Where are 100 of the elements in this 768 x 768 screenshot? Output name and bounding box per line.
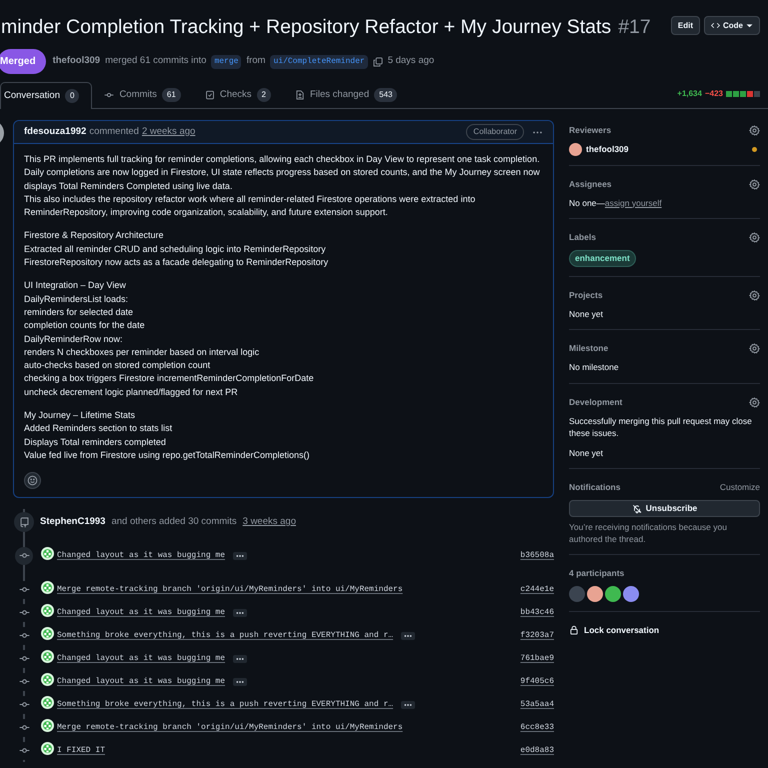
pr-title: minder Completion Tracking + Repository Refactor + My Journey Stats [1, 15, 612, 40]
customize-link[interactable]: Customize [720, 481, 760, 494]
commit-hash-link[interactable]: 761bae9 [520, 652, 554, 665]
reviewer-link[interactable]: thefool309 [586, 142, 629, 156]
commit-link[interactable]: Changed layout as it was bugging me [57, 676, 226, 688]
comment-text: Firestore & Repository Architecture [24, 229, 165, 242]
commit-hash-link[interactable]: bb43c46 [520, 606, 554, 619]
event-text: and others added 30 commits [111, 515, 237, 530]
avatar [41, 581, 54, 594]
author-link[interactable]: fdesouza1992 [24, 124, 86, 140]
avatar [41, 673, 54, 686]
section-heading: Notifications [569, 481, 620, 494]
sidebar-text: No one— [569, 196, 605, 210]
comment-text: checking a box triggers Firestore incrementReminderCompletionForDate [24, 372, 315, 386]
section-heading: Assignees [569, 178, 612, 190]
comment-text: reminders for selected date [24, 306, 134, 319]
commit-link[interactable]: Merge remote-tracking branch 'origin/ui/MyReminders' into ui/MyReminders [57, 722, 403, 734]
commits-icon [104, 90, 114, 100]
expand-button[interactable] [233, 552, 248, 560]
deletions-count: −423 [704, 88, 723, 100]
comment-text: Extracted all reminder CRUD and scheduling logic into ReminderRepository [24, 242, 327, 256]
avatar [41, 547, 54, 560]
code-icon [711, 21, 720, 30]
edit-button[interactable]: Edit [670, 16, 700, 35]
commit-hash-link[interactable]: f3203a7 [520, 630, 554, 642]
conversation-tab[interactable]: Conversation 0 [0, 82, 92, 109]
section-heading: Milestone [569, 342, 608, 355]
section-heading: Labels [569, 231, 596, 244]
commit-hash-link[interactable]: c244e1e [520, 584, 554, 596]
comment-text: renders N checkboxes per reminder based on interval logic [24, 346, 260, 359]
commit-hash-link[interactable]: 53a5aa4 [520, 698, 554, 711]
comment-text: This also includes the repository refactor work where all reminder-related Firestore operations were extracted into ReminderRepository, improving code organization, scalability, and future extension support. [24, 192, 476, 220]
avatar [569, 142, 582, 156]
commit-link[interactable]: Something broke everything, this is a push reverting EVERYTHING and r… [57, 630, 394, 642]
settings-icon[interactable] [749, 178, 760, 190]
lock-link[interactable]: Lock conversation [569, 624, 760, 636]
settings-icon[interactable] [749, 396, 760, 408]
settings-icon[interactable] [749, 124, 760, 136]
commit-link[interactable]: Changed layout as it was bugging me [57, 606, 226, 619]
settings-icon[interactable] [749, 232, 760, 244]
role-badge: Collaborator [466, 124, 524, 140]
diffstat-icon [726, 91, 760, 97]
commit-link[interactable]: Something broke everything, this is a push reverting EVERYTHING and r… [57, 698, 394, 711]
reaction-button[interactable] [24, 472, 41, 490]
commit-hash-link[interactable]: 6cc8e33 [520, 722, 554, 734]
commit-link[interactable]: Changed layout as it was bugging me [57, 652, 226, 665]
avatar [41, 742, 54, 756]
avatar [41, 719, 54, 732]
branch-link[interactable]: ui/CompleteReminder [270, 54, 368, 68]
copy-icon [372, 56, 383, 66]
state-badge: Merged [0, 49, 46, 74]
bell-slash-icon [632, 504, 642, 514]
avatar [41, 696, 54, 710]
expand-button[interactable] [401, 700, 416, 709]
comment-text: auto-checks based on stored completion count [24, 359, 212, 372]
section-heading: Projects [569, 288, 603, 302]
assign-link[interactable]: assign yourself [604, 196, 662, 210]
commit-link[interactable]: Merge remote-tracking branch 'origin/ui/MyReminders' into ui/MyReminders [57, 584, 403, 596]
count-badge: 543 [374, 88, 398, 102]
notification-text: You’re receiving notifications because you authored the thread. [569, 521, 728, 545]
expand-button[interactable] [233, 654, 248, 663]
comment-text: My Journey – Lifetime Stats [24, 409, 136, 422]
expand-button[interactable] [233, 608, 248, 617]
settings-icon[interactable] [749, 290, 760, 301]
comment-text: DailyRemindersList loads: [24, 292, 130, 306]
files-icon [294, 90, 305, 100]
commit-link[interactable]: Changed layout as it was bugging me [57, 550, 226, 562]
ellipsis-icon [236, 656, 244, 661]
commit-hash-link[interactable]: e0d8a83 [520, 744, 554, 757]
unsubscribe-button[interactable]: Unsubscribe [569, 500, 760, 517]
ellipsis-icon [236, 554, 244, 558]
section-heading: 4 participants [569, 567, 624, 580]
author-link[interactable]: thefool309 [52, 54, 100, 69]
ellipsis-icon [236, 610, 244, 615]
avatar [41, 627, 54, 640]
author-link[interactable]: StephenC1993 [40, 515, 106, 530]
checks-tab[interactable]: Checks 2 [192, 82, 283, 108]
commit-hash-link[interactable]: 9f405c6 [520, 676, 554, 688]
label-tag[interactable]: enhancement [569, 250, 636, 267]
commit-link[interactable]: I FIXED IT [57, 744, 106, 757]
comment-text: Displays Total reminders completed [24, 436, 167, 449]
expand-button[interactable] [233, 678, 248, 686]
additions-count: +1,634 [677, 88, 702, 100]
timestamp-link[interactable]: 3 weeks ago [242, 515, 296, 530]
files-changed-tab[interactable]: Files changed 543 [282, 82, 410, 108]
meta-text: merged 61 commits into [105, 54, 206, 68]
commits-tab[interactable]: Commits 61 [92, 82, 193, 108]
settings-icon[interactable] [749, 343, 760, 354]
pr-number: #17 [618, 15, 651, 40]
sidebar-text: None yet [569, 308, 604, 320]
branch-link[interactable]: merge [211, 54, 242, 68]
timestamp-link[interactable]: 2 weeks ago [142, 124, 196, 140]
count-badge: 2 [256, 88, 271, 102]
expand-button[interactable] [401, 632, 416, 640]
section-heading: Development [569, 396, 622, 408]
avatar [41, 604, 54, 618]
code-button[interactable]: Code [704, 16, 760, 35]
pending-icon [752, 146, 757, 152]
section-heading: Reviewers [569, 124, 612, 137]
commit-hash-link[interactable]: b36508a [520, 550, 554, 562]
